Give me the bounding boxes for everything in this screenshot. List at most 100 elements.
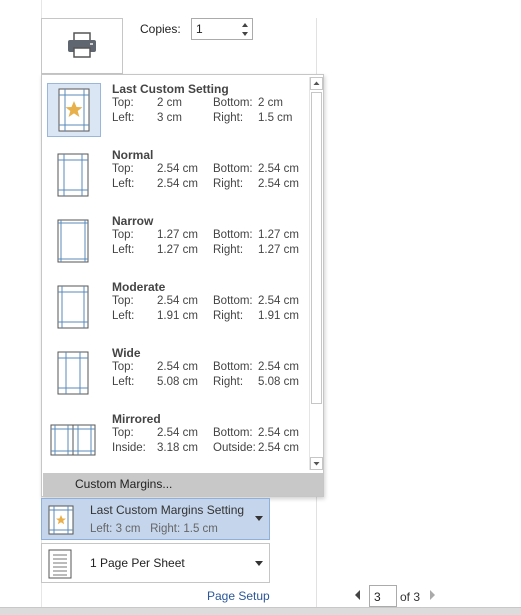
value: 2.54 cm bbox=[258, 361, 299, 373]
option-title: Wide bbox=[112, 346, 141, 360]
margin-option-normal[interactable]: Normal Top: 2.54 cm Bottom: 2.54 cm Left… bbox=[43, 143, 308, 209]
margin-preview-icon bbox=[47, 215, 101, 269]
key: Left: bbox=[112, 244, 135, 256]
margin-option-moderate[interactable]: Moderate Top: 2.54 cm Bottom: 2.54 cm Le… bbox=[43, 275, 308, 341]
margin-preview-icon bbox=[47, 149, 101, 203]
pages-per-sheet-dropdown[interactable]: 1 Page Per Sheet bbox=[41, 543, 270, 583]
margin-preview-icon bbox=[47, 281, 101, 335]
value: 2 cm bbox=[258, 97, 283, 109]
dropdown-arrow-icon bbox=[255, 516, 263, 521]
value: 2.54 cm bbox=[258, 442, 299, 454]
value: 3 cm bbox=[157, 112, 182, 124]
value: 2 cm bbox=[157, 97, 182, 109]
value: 2.54 cm bbox=[258, 178, 299, 190]
margins-dropdown-title: Last Custom Margins Setting bbox=[90, 503, 245, 517]
option-title: Mirrored bbox=[112, 412, 161, 426]
margin-preview-icon bbox=[47, 347, 101, 401]
key: Top: bbox=[112, 295, 134, 307]
value: 2.54 cm bbox=[258, 295, 299, 307]
key: Top: bbox=[112, 427, 134, 439]
value: 2.54 cm bbox=[157, 178, 198, 190]
print-button[interactable] bbox=[41, 18, 123, 74]
value: 1.91 cm bbox=[157, 310, 198, 322]
margin-preview-icon bbox=[47, 413, 101, 467]
decrement-icon[interactable] bbox=[241, 30, 249, 38]
next-page-icon[interactable] bbox=[428, 590, 436, 600]
option-title: Moderate bbox=[112, 280, 166, 294]
key: Bottom: bbox=[213, 427, 253, 439]
key: Top: bbox=[112, 97, 134, 109]
key: Bottom: bbox=[213, 295, 253, 307]
value: 2.54 cm bbox=[157, 295, 198, 307]
margins-dropdown[interactable]: Last Custom Margins Setting Left: 3 cm R… bbox=[41, 498, 270, 540]
pages-per-sheet-label: 1 Page Per Sheet bbox=[90, 556, 185, 570]
status-bar bbox=[0, 607, 521, 615]
value: 1.27 cm bbox=[258, 229, 299, 241]
margin-preview-icon bbox=[47, 83, 101, 137]
page-icon bbox=[48, 549, 72, 579]
key: Bottom: bbox=[213, 361, 253, 373]
value: 1.27 cm bbox=[157, 244, 198, 256]
scroll-down-button[interactable] bbox=[310, 457, 323, 470]
scroll-thumb[interactable] bbox=[311, 92, 322, 404]
right-value: 1.5 cm bbox=[183, 523, 218, 535]
key: Right: bbox=[213, 376, 244, 388]
option-title: Narrow bbox=[112, 214, 154, 228]
right-key: Right: bbox=[150, 523, 181, 535]
key: Right: bbox=[213, 244, 244, 256]
page-number-value[interactable]: 3 bbox=[374, 590, 381, 604]
key: Left: bbox=[112, 178, 135, 190]
page-setup-link[interactable]: Page Setup bbox=[207, 589, 270, 603]
value: 1.5 cm bbox=[258, 112, 293, 124]
value: 2.54 cm bbox=[157, 427, 198, 439]
key: Left: bbox=[112, 376, 135, 388]
value: 2.54 cm bbox=[258, 163, 299, 175]
value: 3.18 cm bbox=[157, 442, 198, 454]
page-number-input[interactable]: 3 bbox=[369, 585, 397, 607]
previous-page-icon[interactable] bbox=[354, 590, 362, 600]
key: Right: bbox=[213, 178, 244, 190]
value: 2.54 cm bbox=[157, 361, 198, 373]
custom-margins-item[interactable]: Custom Margins... bbox=[43, 473, 323, 496]
key: Top: bbox=[112, 361, 134, 373]
custom-margins-label: Custom Margins... bbox=[75, 477, 173, 491]
margin-option-last-custom[interactable]: Last Custom Setting Top: 2 cm Bottom: 2 … bbox=[43, 77, 308, 143]
option-title: Last Custom Setting bbox=[112, 82, 229, 96]
margin-option-narrow[interactable]: Narrow Top: 1.27 cm Bottom: 1.27 cm Left… bbox=[43, 209, 308, 275]
left-value: 3 cm bbox=[115, 523, 141, 535]
value: 1.91 cm bbox=[258, 310, 299, 322]
page-count-label: of 3 bbox=[400, 590, 421, 604]
key: Left: bbox=[112, 112, 135, 124]
copies-value[interactable]: 1 bbox=[196, 22, 203, 36]
chevron-up-icon bbox=[313, 81, 320, 85]
copies-stepper[interactable]: 1 bbox=[191, 18, 253, 40]
option-title: Normal bbox=[112, 148, 154, 162]
margin-preview-icon bbox=[48, 505, 74, 535]
margins-dropdown-detail: Left: 3 cm Right: 1.5 cm bbox=[90, 523, 218, 535]
value: 2.54 cm bbox=[157, 163, 198, 175]
dropdown-arrow-icon bbox=[255, 561, 263, 566]
key: Top: bbox=[112, 229, 134, 241]
scroll-up-button[interactable] bbox=[310, 77, 323, 90]
chevron-down-icon bbox=[313, 462, 320, 466]
margin-option-wide[interactable]: Wide Top: 2.54 cm Bottom: 2.54 cm Left: … bbox=[43, 341, 308, 407]
key: Bottom: bbox=[213, 229, 253, 241]
key: Bottom: bbox=[213, 97, 253, 109]
increment-icon[interactable] bbox=[241, 21, 249, 29]
copies-label: Copies: bbox=[140, 22, 181, 36]
value: 1.27 cm bbox=[157, 229, 198, 241]
key: Bottom: bbox=[213, 163, 253, 175]
key: Left: bbox=[112, 310, 135, 322]
menu-scrollbar[interactable] bbox=[309, 77, 323, 470]
left-key: Left: bbox=[90, 523, 113, 535]
margins-menu: Last Custom Setting Top: 2 cm Bottom: 2 … bbox=[41, 74, 324, 497]
key: Outside: bbox=[213, 442, 256, 454]
key: Right: bbox=[213, 112, 244, 124]
key: Right: bbox=[213, 310, 244, 322]
value: 5.08 cm bbox=[258, 376, 299, 388]
key: Inside: bbox=[112, 442, 146, 454]
margin-option-mirrored[interactable]: Mirrored Top: 2.54 cm Bottom: 2.54 cm In… bbox=[43, 407, 308, 473]
value: 1.27 cm bbox=[258, 244, 299, 256]
value: 5.08 cm bbox=[157, 376, 198, 388]
printer-icon bbox=[68, 32, 96, 58]
